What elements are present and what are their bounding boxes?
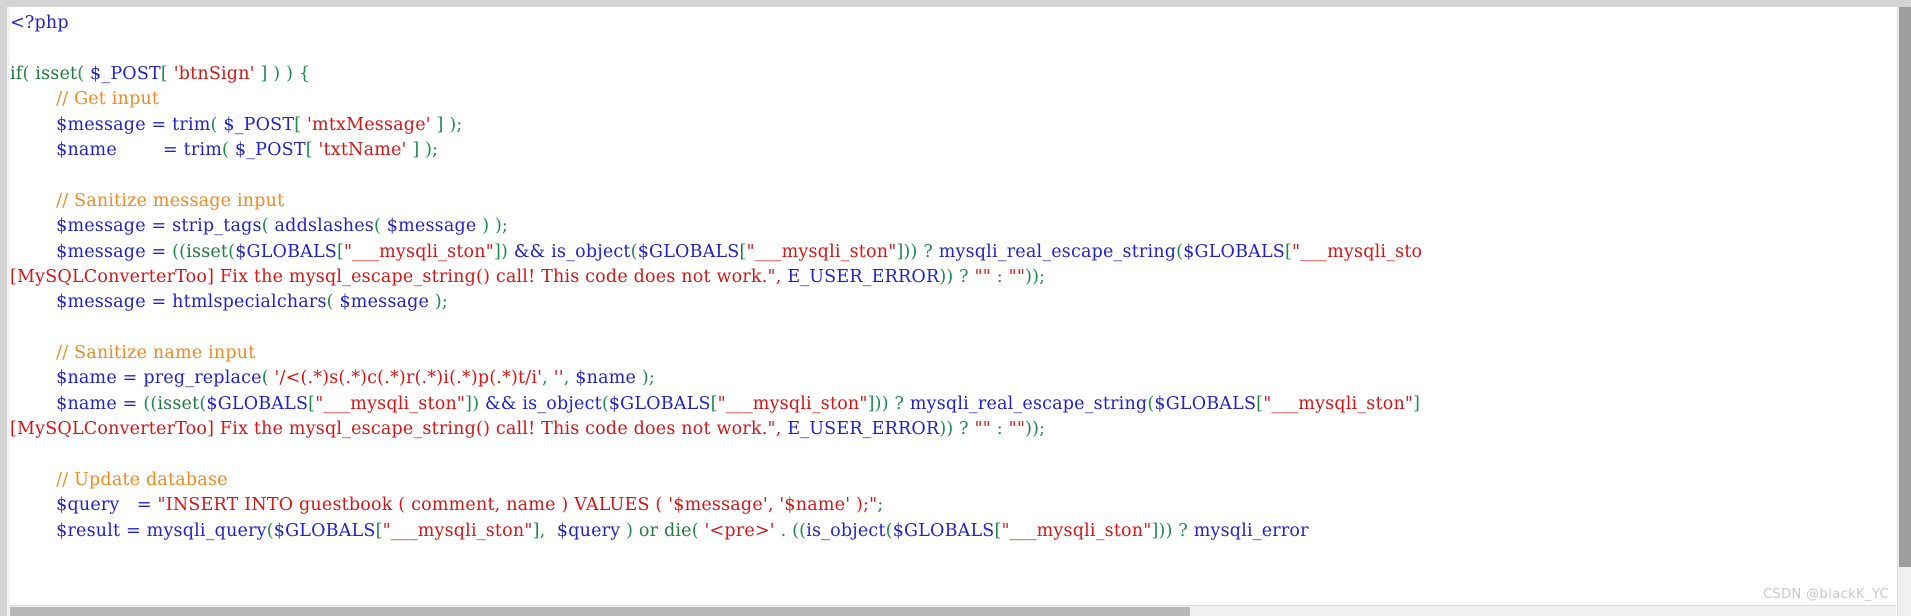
code-line: // Sanitize name input (56, 343, 256, 364)
code-line: [MySQLConverterToo] Fix the mysql_escape… (10, 266, 1046, 287)
code-line: [MySQLConverterToo] Fix the mysql_escape… (10, 419, 1046, 440)
code-line: // Sanitize message input (56, 190, 285, 211)
code-line: $message = ((isset($GLOBALS["___mysqli_s… (56, 241, 1423, 262)
horizontal-scrollbar-thumb[interactable] (10, 607, 1190, 616)
horizontal-scrollbar[interactable] (10, 605, 1896, 616)
code-viewer: <?php if( isset( $_POST[ 'btnSign' ] ) )… (0, 0, 1911, 616)
window-frame-top (0, 0, 1911, 7)
vertical-scrollbar-thumb[interactable] (1899, 7, 1911, 567)
code-line: $message = strip_tags( addslashes( $mess… (56, 216, 509, 237)
code-line: if( isset( $_POST[ 'btnSign' ] ) ) { (10, 63, 311, 84)
code-line: $name = trim( $_POST[ 'txtName' ] ); (56, 139, 439, 160)
php-code-listing: <?php if( isset( $_POST[ 'btnSign' ] ) )… (10, 7, 1896, 544)
code-line: $name = ((isset($GLOBALS["___mysqli_ston… (56, 393, 1421, 414)
vertical-scrollbar[interactable] (1897, 7, 1911, 616)
code-line: $name = preg_replace( '/<(.*)s(.*)c(.*)r… (56, 368, 655, 389)
code-line: $message = trim( $_POST[ 'mtxMessage' ] … (56, 114, 463, 135)
code-line: $query = "INSERT INTO guestbook ( commen… (56, 495, 884, 516)
code-line: $result = mysqli_query($GLOBALS["___mysq… (56, 520, 1309, 541)
code-line: $message = htmlspecialchars( $message ); (56, 292, 448, 313)
code-content-area: <?php if( isset( $_POST[ 'btnSign' ] ) )… (10, 7, 1896, 607)
code-line: <?php (10, 13, 69, 33)
watermark-label: CSDN @blackK_YC (1762, 587, 1889, 602)
code-line: // Get input (56, 89, 160, 110)
code-line: // Update database (56, 470, 228, 491)
window-frame-left (0, 7, 7, 616)
